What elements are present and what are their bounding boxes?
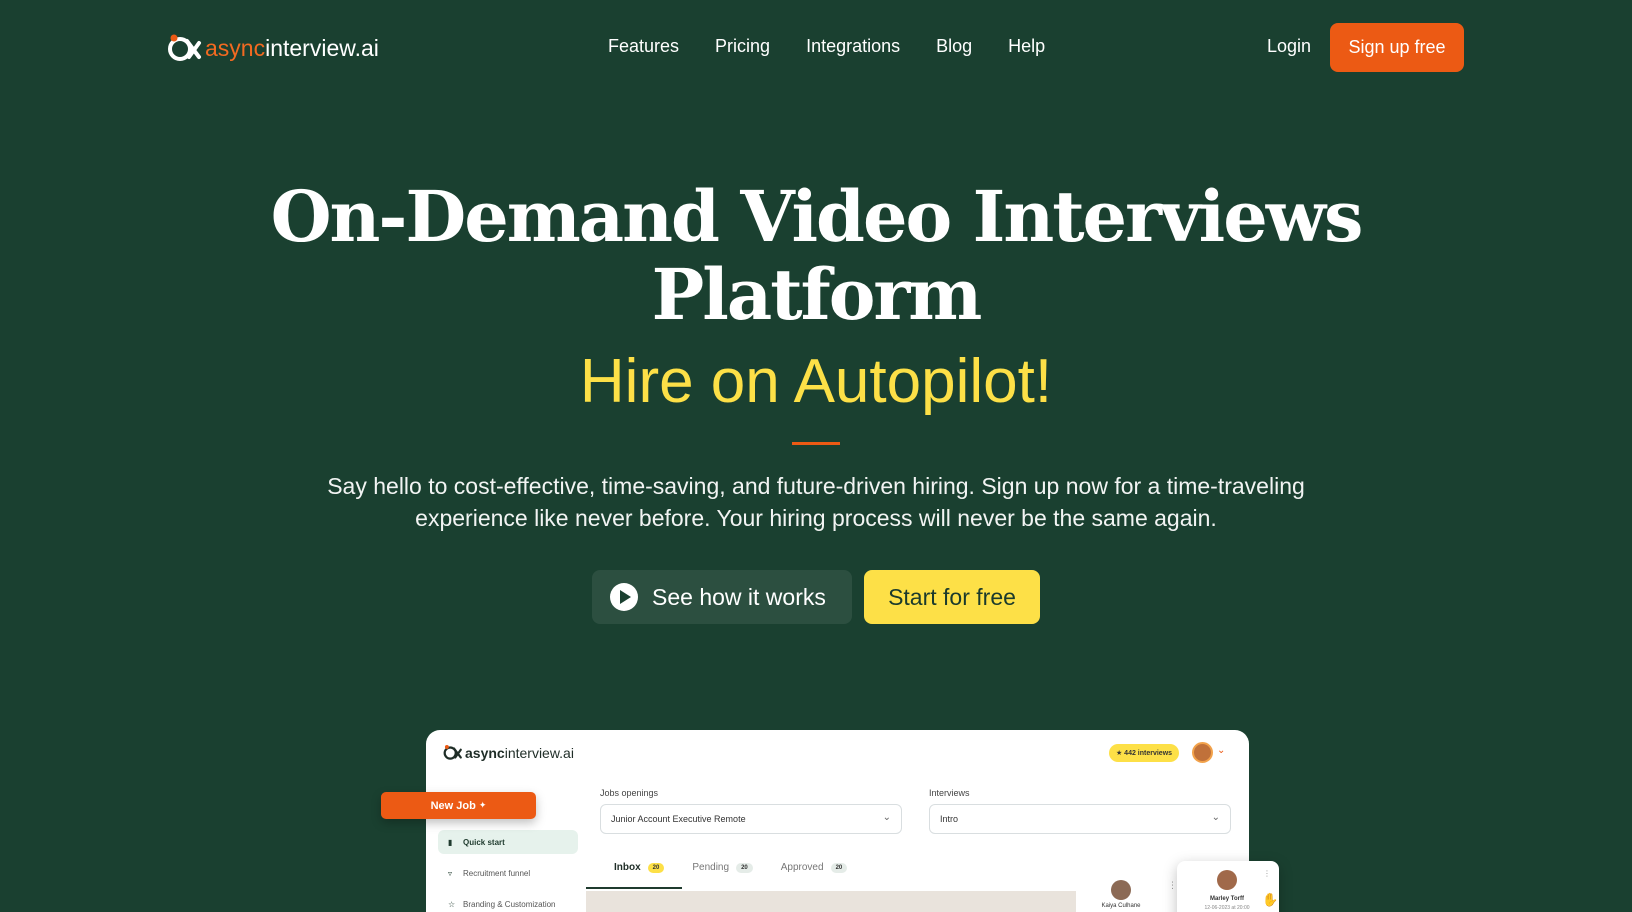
hero-description-line2: experience like never before. Your hirin…	[415, 505, 1217, 531]
star-icon: ☆	[448, 899, 456, 909]
jobs-openings-label: Jobs openings	[600, 788, 659, 798]
nav-link-pricing[interactable]: Pricing	[715, 36, 770, 57]
divider	[792, 442, 840, 445]
video-preview[interactable]	[586, 891, 1076, 912]
jobs-openings-value: Junior Account Executive Remote	[611, 814, 746, 824]
nav-link-blog[interactable]: Blog	[936, 36, 972, 57]
sidebar-item-label: Recruitment funnel	[463, 868, 531, 878]
app-logo-bold: async	[465, 744, 505, 761]
login-link[interactable]: Login	[1267, 36, 1311, 57]
interviews-select[interactable]: Intro ⌄	[929, 804, 1231, 834]
hero-title: On-Demand Video Interviews Platform	[0, 178, 1632, 334]
more-options-icon[interactable]: ⋮	[1263, 869, 1271, 878]
logo-mark-icon	[168, 34, 201, 61]
chevron-down-icon[interactable]: ⌄	[1217, 745, 1225, 756]
tab-approved-count: 20	[830, 862, 848, 873]
new-job-icon: ✦	[478, 800, 487, 810]
jobs-openings-select[interactable]: Junior Account Executive Remote ⌄	[600, 804, 902, 834]
app-logo-rest: interview.ai	[504, 744, 574, 761]
interviews-value: Intro	[940, 814, 959, 824]
nav-link-features[interactable]: Features	[608, 36, 679, 57]
hero-description-line1: Say hello to cost-effective, time-saving…	[327, 473, 1305, 499]
new-job-button[interactable]: New Job ✦	[381, 792, 536, 819]
sidebar-item-label: Quick start	[463, 837, 505, 847]
main-menu: Features Pricing Integrations Blog Help	[608, 36, 1081, 57]
sidebar-item-label: Branding & Customization	[463, 899, 556, 909]
candidate-card[interactable]: Kaiya Culhane	[1086, 880, 1156, 909]
tab-inbox[interactable]: Inbox 20	[614, 862, 665, 881]
more-options-icon[interactable]: ⋮	[1168, 880, 1177, 891]
tab-pending-label: Pending	[692, 862, 730, 873]
chevron-down-icon: ⌄	[1211, 812, 1220, 823]
app-logo-mark-icon	[443, 745, 462, 760]
candidate-name: Kaiya Culhane	[1101, 903, 1141, 909]
start-for-free-button[interactable]: Start for free	[864, 570, 1040, 624]
sidebar-item-branding[interactable]: ☆ Branding & Customization	[438, 892, 578, 912]
tab-approved[interactable]: Approved 20	[781, 862, 848, 881]
tab-inbox-label: Inbox	[614, 862, 641, 873]
candidate-avatar	[1217, 870, 1237, 890]
tab-pending-count: 20	[736, 862, 753, 873]
tab-approved-label: Approved	[780, 862, 824, 873]
signup-button[interactable]: Sign up free	[1330, 23, 1464, 72]
new-job-label: New Job	[430, 799, 476, 812]
interview-tabs: Inbox 20 Pending 20 Approved 20	[586, 862, 875, 881]
interviews-label: Interviews	[929, 788, 970, 798]
tab-inbox-count: 20	[647, 862, 665, 873]
nav-link-help[interactable]: Help	[1008, 36, 1045, 57]
hero-title-line1: On-Demand Video Interviews	[270, 175, 1364, 258]
top-navigation: async interview.ai Features Pricing Integ…	[0, 0, 1632, 94]
logo-text-interview: interview.ai	[265, 34, 379, 61]
sidebar-item-recruitment-funnel[interactable]: ▿ Recruitment funnel	[438, 861, 578, 885]
sidebar-item-quick-start[interactable]: ▮ Quick start	[438, 830, 578, 854]
tab-pending[interactable]: Pending 20	[692, 862, 753, 881]
play-icon	[610, 583, 638, 611]
candidate-avatar	[1111, 880, 1131, 900]
logo-text-async: async	[205, 34, 266, 61]
active-tab-indicator	[586, 887, 682, 889]
see-how-it-works-label: See how it works	[652, 583, 826, 610]
chevron-down-icon: ⌄	[882, 812, 891, 823]
hero-title-line2: Platform	[651, 253, 983, 336]
user-avatar[interactable]	[1192, 742, 1213, 763]
see-how-it-works-button[interactable]: See how it works	[592, 570, 852, 624]
briefcase-icon: ▮	[448, 837, 453, 847]
nav-link-integrations[interactable]: Integrations	[806, 36, 900, 57]
logo[interactable]: async interview.ai	[167, 33, 379, 63]
funnel-icon: ▿	[448, 868, 453, 878]
app-preview: async interview.ai ★ 442 interviews ⌄ Job…	[426, 730, 1249, 912]
interviews-count-badge: ★ 442 interviews	[1109, 744, 1179, 762]
hand-cursor-icon: ✋	[1262, 892, 1279, 907]
hero-subtitle: Hire on Autopilot!	[579, 347, 1053, 416]
hero-description: Say hello to cost-effective, time-saving…	[280, 470, 1352, 534]
app-logo: async interview.ai	[443, 744, 574, 761]
